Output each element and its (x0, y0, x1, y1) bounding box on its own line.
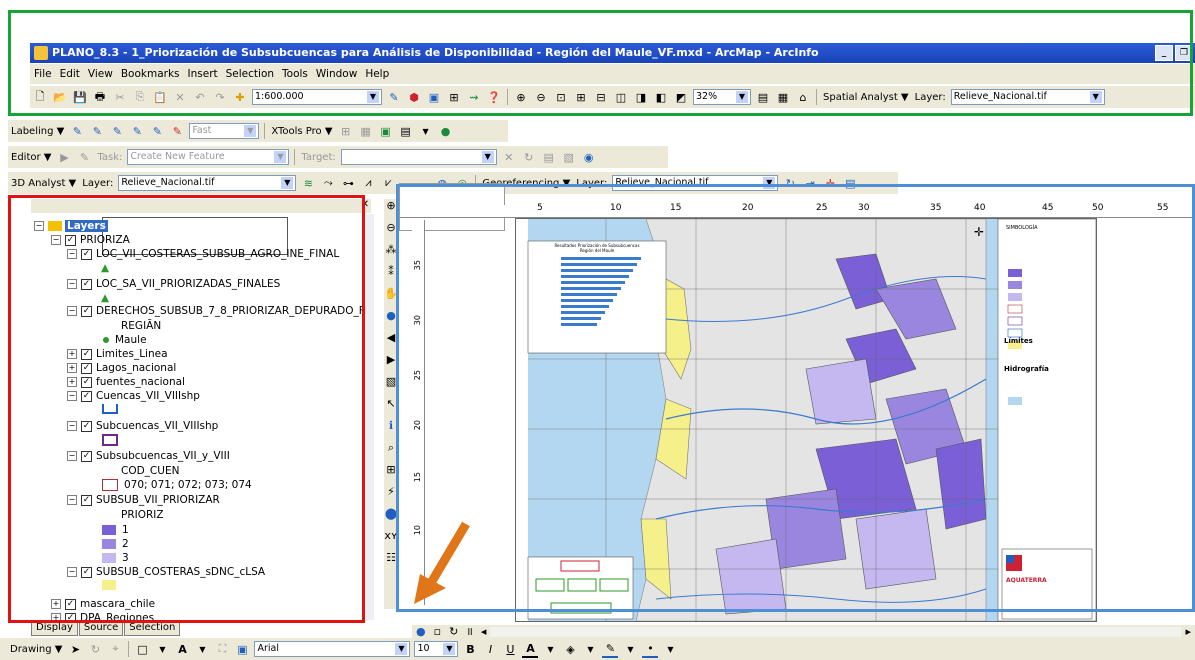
interpolate-line-icon[interactable]: ⩘ (360, 175, 376, 191)
sketch-tool-icon[interactable]: ✎ (76, 149, 92, 165)
line-of-sight-icon[interactable]: ⊶ (340, 175, 356, 191)
chevron-down-icon[interactable]: ▼ (662, 641, 678, 657)
layout-view-icon[interactable]: ▫ (434, 625, 441, 638)
toc-scrollbar[interactable] (366, 214, 374, 620)
rotate-icon[interactable]: ↻ (87, 641, 103, 657)
chevron-down-icon[interactable]: ▼ (481, 151, 494, 163)
bold-icon[interactable]: B (462, 641, 478, 657)
xtools-shape-icon[interactable]: ▣ (378, 123, 394, 139)
rotate-tool-icon[interactable]: ↻ (521, 149, 537, 165)
toolbar-separator (128, 641, 130, 657)
font-size-value: 10 (417, 643, 430, 654)
rectangle-icon[interactable]: □ (134, 641, 150, 657)
labeling-menu[interactable]: Labeling ▼ (11, 126, 64, 137)
fill-color-icon[interactable]: ◈ (562, 641, 578, 657)
chevron-down-icon[interactable]: ▼ (154, 641, 170, 657)
layout-nav-bar: ● ▫ ↻ ॥ ◂ ▸ (412, 625, 1195, 638)
scroll-left-icon[interactable]: ◂ (481, 625, 487, 638)
label-quality-value: Fast (192, 125, 212, 136)
chevron-down-icon[interactable]: ▼ (622, 641, 638, 657)
3d-analyst-layer-label: Layer: (82, 177, 114, 189)
steepest-path-icon[interactable]: ⤳ (320, 175, 336, 191)
info-icon[interactable]: ● (438, 123, 454, 139)
text-icon[interactable]: A (174, 641, 190, 657)
label-weight-icon[interactable]: ✎ (109, 123, 125, 139)
chevron-down-icon[interactable]: ▼ (395, 643, 408, 655)
pause-draw-icon[interactable]: ॥ (466, 624, 473, 639)
data-view-icon[interactable]: ● (416, 625, 426, 638)
highlight-box-red (8, 195, 365, 623)
contour-icon[interactable]: ≋ (300, 175, 316, 191)
xtools-table-icon[interactable]: ⊞ (338, 123, 354, 139)
drawing-toolbar: Drawing ▼ ➤ ↻ ⌖ □ ▼ A ▼ ⛶ ▣ Arial ▼ 10 ▼… (0, 638, 1195, 660)
edit-tool-icon[interactable]: ▶ (56, 149, 72, 165)
font-value: Arial (257, 643, 279, 654)
task-combo[interactable]: Create New Feature ▼ (127, 149, 290, 165)
marker-color-icon[interactable]: • (642, 640, 659, 658)
chevron-down-icon[interactable]: ▼ (274, 151, 287, 163)
label-quality-combo[interactable]: Fast ▼ (189, 123, 260, 139)
font-combo[interactable]: Arial ▼ (254, 641, 411, 657)
select-elements-icon[interactable]: ➤ (67, 641, 83, 657)
font-color-icon[interactable]: A (522, 640, 539, 658)
task-value: Create New Feature (130, 151, 225, 162)
sketch-properties-icon[interactable]: ▧ (561, 149, 577, 165)
snapping-icon[interactable]: ◉ (581, 149, 597, 165)
font-icon[interactable]: ▣ (234, 641, 250, 657)
edit-vertices-icon[interactable]: ⛶ (214, 641, 230, 657)
orange-arrow-icon (414, 521, 470, 604)
font-size-combo[interactable]: 10 ▼ (414, 641, 459, 657)
editor-menu[interactable]: Editor ▼ (11, 152, 51, 163)
label-priority-icon[interactable]: ✎ (89, 123, 105, 139)
split-tool-icon[interactable]: ✕ (501, 149, 517, 165)
chevron-down-icon[interactable]: ▼ (194, 641, 210, 657)
3d-analyst-menu[interactable]: 3D Analyst ▼ (11, 178, 76, 189)
highlight-box-green (8, 10, 1193, 116)
chevron-down-icon[interactable]: ▼ (542, 641, 558, 657)
toolbar-separator (264, 123, 266, 139)
chevron-down-icon[interactable]: ▼ (443, 643, 456, 655)
horizontal-scrollbar[interactable] (490, 626, 1182, 637)
3d-analyst-layer-combo[interactable]: Relieve_Nacional.tif ▼ (118, 175, 297, 191)
3d-analyst-layer-value: Relieve_Nacional.tif (121, 177, 215, 188)
refresh-icon[interactable]: ↻ (449, 625, 458, 638)
pause-labeling-icon[interactable]: ✎ (149, 123, 165, 139)
chevron-down-icon[interactable]: ▼ (281, 177, 294, 189)
chevron-down-icon[interactable]: ▼ (582, 641, 598, 657)
xtools-attribute-icon[interactable]: ▤ (398, 123, 414, 139)
label-manager-icon[interactable]: ✎ (69, 123, 85, 139)
xtools-grid-icon[interactable]: ▦ (358, 123, 374, 139)
target-label: Target: (301, 151, 336, 163)
drawing-menu[interactable]: Drawing ▼ (10, 644, 62, 655)
target-combo[interactable]: ▼ (340, 149, 497, 165)
chevron-down-icon[interactable]: ▼ (244, 125, 257, 137)
profile-graph-icon[interactable]: ⩗ (380, 175, 396, 191)
attributes-icon[interactable]: ▤ (541, 149, 557, 165)
toolbar-separator (294, 149, 296, 165)
view-unplaced-labels-icon[interactable]: ✎ (169, 123, 185, 139)
xtools-pro-menu[interactable]: XTools Pro ▼ (271, 126, 332, 137)
scroll-right-icon[interactable]: ▸ (1185, 625, 1191, 638)
highlight-box-blue (396, 184, 1195, 612)
task-label: Task: (97, 151, 123, 163)
lock-labels-icon[interactable]: ✎ (129, 123, 145, 139)
underline-icon[interactable]: U (502, 641, 518, 657)
editor-toolbar: Editor ▼ ▶ ✎ Task: Create New Feature ▼ … (8, 146, 668, 168)
chevron-down-icon[interactable]: ▼ (418, 123, 434, 139)
italic-icon[interactable]: I (482, 641, 498, 657)
zoom-to-selected-icon[interactable]: ⌖ (107, 641, 123, 657)
labeling-toolbar: Labeling ▼ ✎ ✎ ✎ ✎ ✎ ✎ Fast ▼ XTools Pro… (8, 120, 508, 142)
line-color-icon[interactable]: ✎ (602, 640, 619, 658)
